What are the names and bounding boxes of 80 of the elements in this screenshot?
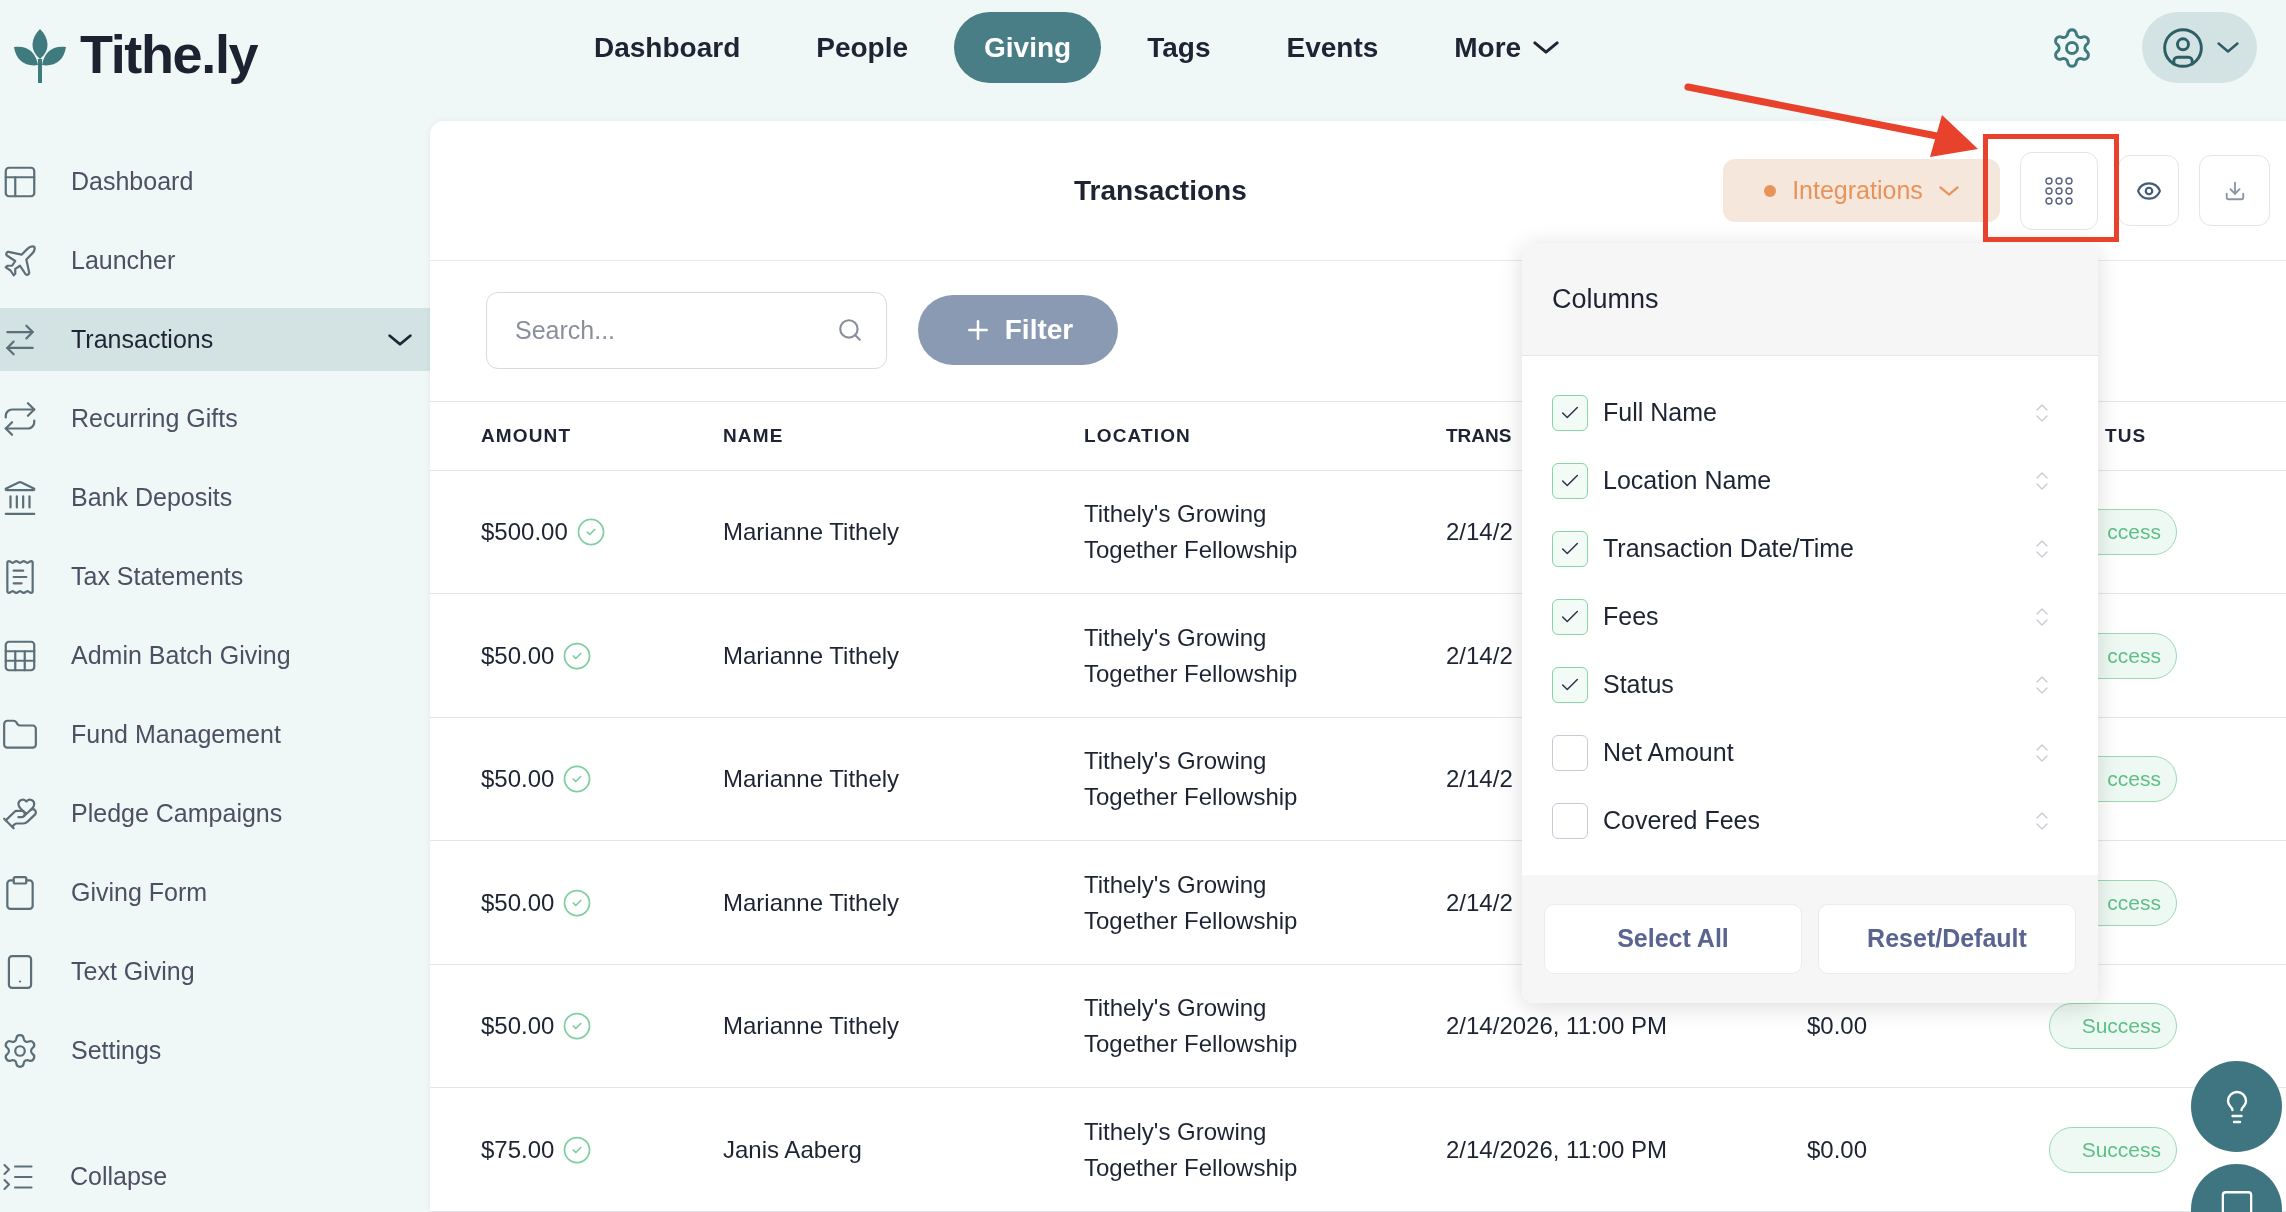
checkbox[interactable] xyxy=(1552,735,1588,771)
column-option-label: Fees xyxy=(1603,601,1659,633)
column-option-label: Net Amount xyxy=(1603,737,1734,769)
menu-button[interactable]: Select All xyxy=(1544,904,1802,974)
table-cell-text: Marianne Tithely xyxy=(723,764,900,795)
table-cell-text: Tithely's Growing Together Fellowship xyxy=(1084,622,1299,689)
column-header: LOCATION xyxy=(1084,423,1192,448)
column-option-label: Covered Fees xyxy=(1603,805,1761,837)
table-cell-text: Marianne Tithely xyxy=(723,640,900,671)
column-header: AMOUNT xyxy=(481,423,573,448)
table-cell-text: Marianne Tithely xyxy=(723,517,900,548)
nav-tab[interactable]: More xyxy=(1424,12,1590,83)
grid-dots-icon xyxy=(2044,175,2074,206)
nav-tab[interactable]: People xyxy=(786,12,939,83)
table-cell-text: $50.00 xyxy=(481,887,555,918)
table-cell-text: 2/14/2 xyxy=(1446,517,1513,548)
sidebar-item[interactable]: Admin Batch Giving xyxy=(0,624,430,687)
table-cell-text: $75.00 xyxy=(481,1134,555,1165)
column-option-label: Full Name xyxy=(1603,397,1717,429)
table-cell-text: Marianne Tithely xyxy=(723,887,900,918)
nav-tab[interactable]: Events xyxy=(1256,12,1409,83)
checkbox[interactable] xyxy=(1552,531,1588,567)
table-cell-text: $0.00 xyxy=(1807,1011,1868,1042)
chevron-down-icon xyxy=(1938,185,1959,196)
table-cell-text: 2/14/2026, 11:00 PM xyxy=(1446,1011,1668,1042)
status-badge: Success xyxy=(2049,1003,2177,1050)
table-cell-text: $0.00 xyxy=(1807,1134,1868,1165)
table-cell-text: 2/14/2 xyxy=(1446,764,1513,795)
column-header: NAME xyxy=(723,423,785,448)
sidebar-item[interactable]: Tax Statements xyxy=(0,545,430,608)
table-cell-text: $500.00 xyxy=(481,517,568,548)
sidebar-item[interactable]: Recurring Gifts xyxy=(0,387,430,450)
nav-tab[interactable]: Tags xyxy=(1117,12,1241,83)
table-cell-text: $50.00 xyxy=(481,1011,555,1042)
column-option-label: Transaction Date/Time xyxy=(1603,533,1854,565)
chat-bubble-icon xyxy=(2219,1188,2254,1212)
sidebar-item[interactable]: Settings xyxy=(0,1019,430,1082)
page-title: Transactions xyxy=(1074,173,1247,208)
sidebar-item[interactable]: Fund Management xyxy=(0,703,430,766)
chevron-down-icon xyxy=(2216,42,2239,53)
download-icon xyxy=(2223,179,2246,202)
status-badge: Success xyxy=(2049,1126,2177,1173)
column-header: TUS xyxy=(2104,423,2148,448)
sidebar-item[interactable]: Text Giving xyxy=(0,940,430,1003)
sidebar-item[interactable]: Transactions xyxy=(0,308,430,371)
table-cell-text: Tithely's Growing Together Fellowship xyxy=(1084,1116,1299,1183)
columns-button[interactable] xyxy=(2020,151,2098,230)
search-icon xyxy=(837,317,863,344)
sidebar-item[interactable]: Dashboard xyxy=(0,150,430,213)
logo-text: Tithe.ly xyxy=(80,23,258,86)
sidebar-item[interactable]: Pledge Campaigns xyxy=(0,782,430,845)
table-cell-text: Tithely's Growing Together Fellowship xyxy=(1084,746,1299,813)
search-field[interactable]: Search... xyxy=(486,292,887,370)
column-option-label: Status xyxy=(1603,669,1674,701)
nav-tab[interactable]: Dashboard xyxy=(564,12,771,83)
table-cell-text: 2/14/2026, 11:00 PM xyxy=(1446,1134,1668,1165)
column-header: TRANS xyxy=(1446,423,1513,448)
menu-button[interactable]: Reset/Default xyxy=(1818,904,2076,974)
menu-title: Columns xyxy=(1552,282,1659,316)
table-cell-text: 2/14/2 xyxy=(1446,640,1513,671)
checkbox[interactable] xyxy=(1552,803,1588,839)
nav-tab[interactable]: Giving xyxy=(954,12,1102,83)
table-cell-text: Tithely's Growing Together Fellowship xyxy=(1084,499,1299,566)
checkbox[interactable] xyxy=(1552,395,1588,431)
table-cell-text: Tithely's Growing Together Fellowship xyxy=(1084,993,1299,1060)
sidebar-item[interactable]: Launcher xyxy=(0,229,430,292)
collapse-button[interactable]: Collapse xyxy=(0,1145,430,1208)
table-cell-text: 2/14/2 xyxy=(1446,887,1513,918)
table-cell-text: Janis Aaberg xyxy=(723,1134,862,1165)
user-avatar-icon xyxy=(2160,25,2205,70)
table-cell-text: $50.00 xyxy=(481,764,555,795)
sidebar-item[interactable]: Bank Deposits xyxy=(0,466,430,529)
checkbox[interactable] xyxy=(1552,599,1588,635)
table-cell-text: Marianne Tithely xyxy=(723,1011,900,1042)
table-cell-text: Tithely's Growing Together Fellowship xyxy=(1084,869,1299,936)
table-cell-text: $50.00 xyxy=(481,640,555,671)
checkbox[interactable] xyxy=(1552,667,1588,703)
sidebar-item[interactable]: Giving Form xyxy=(0,861,430,924)
column-option-label: Location Name xyxy=(1603,465,1772,497)
checkbox[interactable] xyxy=(1552,463,1588,499)
